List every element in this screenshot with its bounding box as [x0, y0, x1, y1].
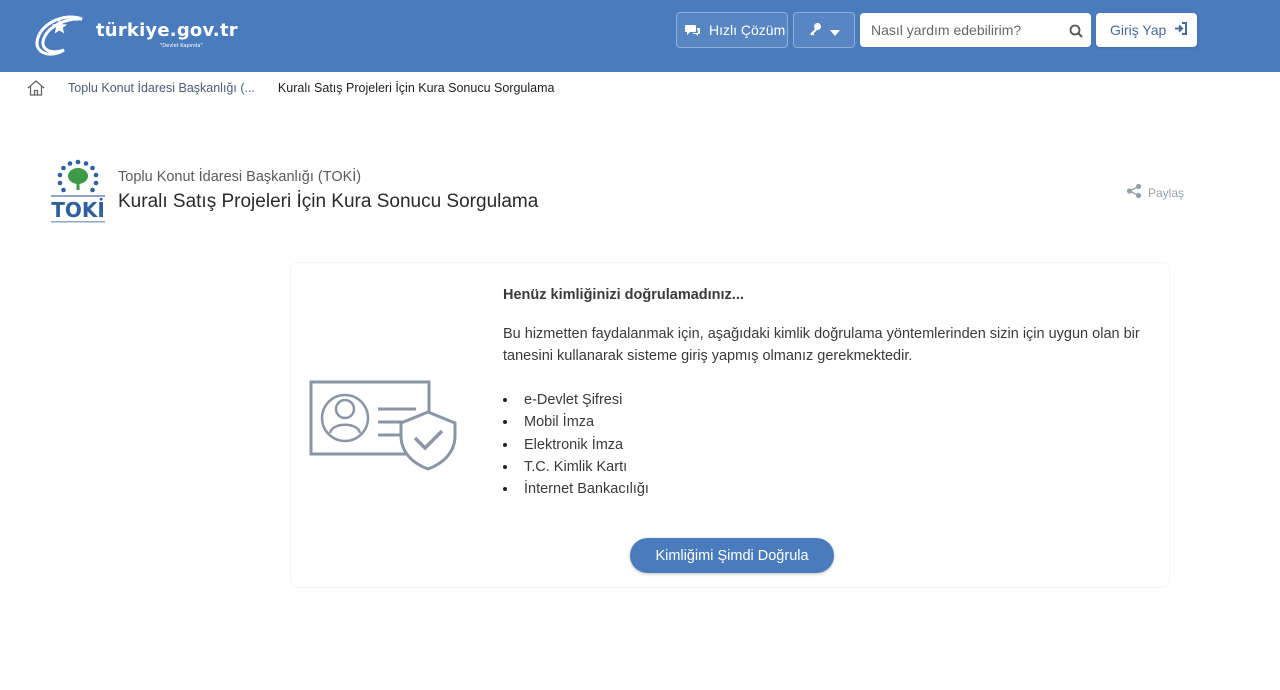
crescent-star-icon: [35, 15, 83, 56]
share-button[interactable]: Paylaş: [1126, 183, 1184, 202]
method-mobile-signature: Mobil İmza: [524, 414, 595, 431]
logo-text: türkiye.gov.tr: [96, 20, 238, 41]
auth-notice-body: Bu hizmetten faydalanmak için, aşağıdaki…: [503, 326, 1140, 364]
home-icon[interactable]: [26, 78, 46, 98]
agency-name: Toplu Konut İdaresi Başkanlığı (TOKİ): [118, 169, 362, 185]
list-item: e-Devlet Şifresi: [503, 389, 649, 411]
share-icon: [1126, 183, 1142, 202]
breadcrumb: Toplu Konut İdaresi Başkanlığı (... Kura…: [26, 78, 554, 98]
auth-methods-list: e-Devlet Şifresi Mobil İmza Elektronik İ…: [503, 389, 649, 500]
top-header: türkiye.gov.tr "Devlet Kapında" Hızlı Çö…: [0, 0, 1280, 72]
share-label: Paylaş: [1148, 185, 1185, 200]
login-arrow-icon: [1174, 22, 1188, 38]
toki-logo: TOKİ: [46, 158, 110, 226]
verify-identity-button[interactable]: Kimliğimi Şimdi Doğrula: [630, 538, 834, 573]
login-label: Giriş Yap: [1110, 22, 1167, 38]
breadcrumb-current: Kuralı Satış Projeleri İçin Kura Sonucu …: [277, 81, 555, 95]
search-input[interactable]: [860, 13, 1060, 47]
chat-icon: [685, 23, 701, 37]
list-item: Elektronik İmza: [503, 434, 649, 456]
key-icon: [808, 21, 822, 40]
quick-solution-button[interactable]: Hızlı Çözüm: [676, 12, 788, 48]
method-internet-banking: İnternet Bankacılığı: [524, 481, 649, 498]
quick-solution-label: Hızlı Çözüm: [709, 22, 786, 38]
search-box: [860, 13, 1091, 47]
turkiye-gov-logo[interactable]: türkiye.gov.tr "Devlet Kapında": [34, 10, 254, 58]
method-edevlet-password: e-Devlet Şifresi: [524, 392, 623, 409]
list-item: T.C. Kimlik Kartı: [503, 456, 649, 478]
chevron-down-icon: [830, 21, 840, 40]
breadcrumb-link-agency[interactable]: Toplu Konut İdaresi Başkanlığı (...: [68, 81, 255, 95]
method-id-card: T.C. Kimlik Kartı: [524, 459, 628, 476]
list-item: İnternet Bankacılığı: [503, 478, 649, 500]
accessibility-key-button[interactable]: [793, 12, 855, 48]
id-card-shield-icon: [308, 378, 460, 474]
logo-tagline: "Devlet Kapında": [160, 43, 203, 49]
service-title: Kuralı Satış Projeleri İçin Kura Sonucu …: [118, 191, 539, 212]
list-item: Mobil İmza: [503, 411, 649, 433]
search-icon[interactable]: [1069, 23, 1083, 42]
method-electronic-signature: Elektronik İmza: [524, 436, 624, 453]
login-button[interactable]: Giriş Yap: [1096, 13, 1197, 47]
auth-notice-title: Henüz kimliğinizi doğrulamadınız...: [503, 287, 744, 303]
toki-logo-text: TOKİ: [51, 198, 105, 222]
